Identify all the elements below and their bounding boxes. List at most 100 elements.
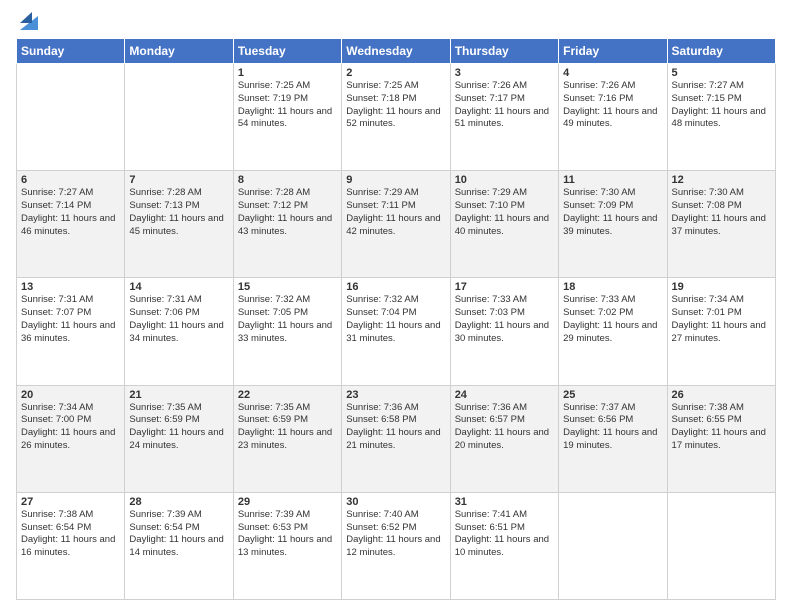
table-row: 24Sunrise: 7:36 AMSunset: 6:57 PMDayligh… (450, 385, 558, 492)
calendar-header-row: Sunday Monday Tuesday Wednesday Thursday… (17, 39, 776, 64)
table-row: 10Sunrise: 7:29 AMSunset: 7:10 PMDayligh… (450, 171, 558, 278)
day-number: 1 (238, 67, 337, 79)
table-row: 23Sunrise: 7:36 AMSunset: 6:58 PMDayligh… (342, 385, 450, 492)
day-number: 26 (672, 389, 771, 401)
day-info: Sunrise: 7:39 AMSunset: 6:53 PMDaylight:… (238, 509, 337, 560)
col-sunday: Sunday (17, 39, 125, 64)
col-tuesday: Tuesday (233, 39, 341, 64)
day-number: 4 (563, 67, 662, 79)
calendar-week-row: 6Sunrise: 7:27 AMSunset: 7:14 PMDaylight… (17, 171, 776, 278)
day-number: 9 (346, 174, 445, 186)
day-info: Sunrise: 7:38 AMSunset: 6:55 PMDaylight:… (672, 402, 771, 453)
day-number: 2 (346, 67, 445, 79)
table-row: 21Sunrise: 7:35 AMSunset: 6:59 PMDayligh… (125, 385, 233, 492)
logo-icon (20, 8, 38, 30)
day-number: 21 (129, 389, 228, 401)
table-row: 26Sunrise: 7:38 AMSunset: 6:55 PMDayligh… (667, 385, 775, 492)
day-number: 13 (21, 281, 120, 293)
col-friday: Friday (559, 39, 667, 64)
table-row (125, 64, 233, 171)
day-info: Sunrise: 7:29 AMSunset: 7:10 PMDaylight:… (455, 187, 554, 238)
day-info: Sunrise: 7:34 AMSunset: 7:00 PMDaylight:… (21, 402, 120, 453)
logo (16, 12, 38, 30)
table-row (17, 64, 125, 171)
day-info: Sunrise: 7:33 AMSunset: 7:03 PMDaylight:… (455, 294, 554, 345)
day-number: 12 (672, 174, 771, 186)
day-info: Sunrise: 7:39 AMSunset: 6:54 PMDaylight:… (129, 509, 228, 560)
col-monday: Monday (125, 39, 233, 64)
day-info: Sunrise: 7:27 AMSunset: 7:15 PMDaylight:… (672, 80, 771, 131)
table-row: 14Sunrise: 7:31 AMSunset: 7:06 PMDayligh… (125, 278, 233, 385)
day-number: 30 (346, 496, 445, 508)
calendar-table: Sunday Monday Tuesday Wednesday Thursday… (16, 38, 776, 600)
table-row: 16Sunrise: 7:32 AMSunset: 7:04 PMDayligh… (342, 278, 450, 385)
day-info: Sunrise: 7:32 AMSunset: 7:04 PMDaylight:… (346, 294, 445, 345)
day-info: Sunrise: 7:30 AMSunset: 7:08 PMDaylight:… (672, 187, 771, 238)
day-number: 28 (129, 496, 228, 508)
table-row: 1Sunrise: 7:25 AMSunset: 7:19 PMDaylight… (233, 64, 341, 171)
table-row (667, 492, 775, 599)
day-number: 29 (238, 496, 337, 508)
table-row: 2Sunrise: 7:25 AMSunset: 7:18 PMDaylight… (342, 64, 450, 171)
table-row: 19Sunrise: 7:34 AMSunset: 7:01 PMDayligh… (667, 278, 775, 385)
day-number: 22 (238, 389, 337, 401)
table-row: 8Sunrise: 7:28 AMSunset: 7:12 PMDaylight… (233, 171, 341, 278)
day-number: 14 (129, 281, 228, 293)
day-info: Sunrise: 7:27 AMSunset: 7:14 PMDaylight:… (21, 187, 120, 238)
day-number: 20 (21, 389, 120, 401)
day-info: Sunrise: 7:41 AMSunset: 6:51 PMDaylight:… (455, 509, 554, 560)
table-row: 6Sunrise: 7:27 AMSunset: 7:14 PMDaylight… (17, 171, 125, 278)
day-info: Sunrise: 7:28 AMSunset: 7:13 PMDaylight:… (129, 187, 228, 238)
day-info: Sunrise: 7:37 AMSunset: 6:56 PMDaylight:… (563, 402, 662, 453)
day-info: Sunrise: 7:31 AMSunset: 7:06 PMDaylight:… (129, 294, 228, 345)
calendar-week-row: 13Sunrise: 7:31 AMSunset: 7:07 PMDayligh… (17, 278, 776, 385)
day-number: 18 (563, 281, 662, 293)
day-info: Sunrise: 7:29 AMSunset: 7:11 PMDaylight:… (346, 187, 445, 238)
day-info: Sunrise: 7:40 AMSunset: 6:52 PMDaylight:… (346, 509, 445, 560)
day-number: 6 (21, 174, 120, 186)
table-row: 28Sunrise: 7:39 AMSunset: 6:54 PMDayligh… (125, 492, 233, 599)
day-number: 8 (238, 174, 337, 186)
table-row: 9Sunrise: 7:29 AMSunset: 7:11 PMDaylight… (342, 171, 450, 278)
table-row: 3Sunrise: 7:26 AMSunset: 7:17 PMDaylight… (450, 64, 558, 171)
table-row: 29Sunrise: 7:39 AMSunset: 6:53 PMDayligh… (233, 492, 341, 599)
table-row: 27Sunrise: 7:38 AMSunset: 6:54 PMDayligh… (17, 492, 125, 599)
header (16, 12, 776, 30)
table-row: 18Sunrise: 7:33 AMSunset: 7:02 PMDayligh… (559, 278, 667, 385)
day-info: Sunrise: 7:25 AMSunset: 7:18 PMDaylight:… (346, 80, 445, 131)
day-info: Sunrise: 7:33 AMSunset: 7:02 PMDaylight:… (563, 294, 662, 345)
page: Sunday Monday Tuesday Wednesday Thursday… (0, 0, 792, 612)
day-info: Sunrise: 7:26 AMSunset: 7:16 PMDaylight:… (563, 80, 662, 131)
col-thursday: Thursday (450, 39, 558, 64)
table-row: 13Sunrise: 7:31 AMSunset: 7:07 PMDayligh… (17, 278, 125, 385)
day-number: 3 (455, 67, 554, 79)
day-info: Sunrise: 7:35 AMSunset: 6:59 PMDaylight:… (238, 402, 337, 453)
day-number: 11 (563, 174, 662, 186)
day-number: 10 (455, 174, 554, 186)
day-info: Sunrise: 7:30 AMSunset: 7:09 PMDaylight:… (563, 187, 662, 238)
table-row: 17Sunrise: 7:33 AMSunset: 7:03 PMDayligh… (450, 278, 558, 385)
day-number: 24 (455, 389, 554, 401)
day-info: Sunrise: 7:36 AMSunset: 6:58 PMDaylight:… (346, 402, 445, 453)
day-info: Sunrise: 7:31 AMSunset: 7:07 PMDaylight:… (21, 294, 120, 345)
table-row: 30Sunrise: 7:40 AMSunset: 6:52 PMDayligh… (342, 492, 450, 599)
day-number: 15 (238, 281, 337, 293)
table-row: 12Sunrise: 7:30 AMSunset: 7:08 PMDayligh… (667, 171, 775, 278)
table-row: 5Sunrise: 7:27 AMSunset: 7:15 PMDaylight… (667, 64, 775, 171)
table-row: 4Sunrise: 7:26 AMSunset: 7:16 PMDaylight… (559, 64, 667, 171)
day-number: 17 (455, 281, 554, 293)
day-info: Sunrise: 7:38 AMSunset: 6:54 PMDaylight:… (21, 509, 120, 560)
day-info: Sunrise: 7:26 AMSunset: 7:17 PMDaylight:… (455, 80, 554, 131)
table-row: 25Sunrise: 7:37 AMSunset: 6:56 PMDayligh… (559, 385, 667, 492)
table-row: 20Sunrise: 7:34 AMSunset: 7:00 PMDayligh… (17, 385, 125, 492)
day-info: Sunrise: 7:35 AMSunset: 6:59 PMDaylight:… (129, 402, 228, 453)
day-number: 23 (346, 389, 445, 401)
table-row: 31Sunrise: 7:41 AMSunset: 6:51 PMDayligh… (450, 492, 558, 599)
day-number: 27 (21, 496, 120, 508)
day-number: 25 (563, 389, 662, 401)
col-wednesday: Wednesday (342, 39, 450, 64)
day-number: 19 (672, 281, 771, 293)
day-info: Sunrise: 7:36 AMSunset: 6:57 PMDaylight:… (455, 402, 554, 453)
calendar-week-row: 20Sunrise: 7:34 AMSunset: 7:00 PMDayligh… (17, 385, 776, 492)
calendar-week-row: 27Sunrise: 7:38 AMSunset: 6:54 PMDayligh… (17, 492, 776, 599)
